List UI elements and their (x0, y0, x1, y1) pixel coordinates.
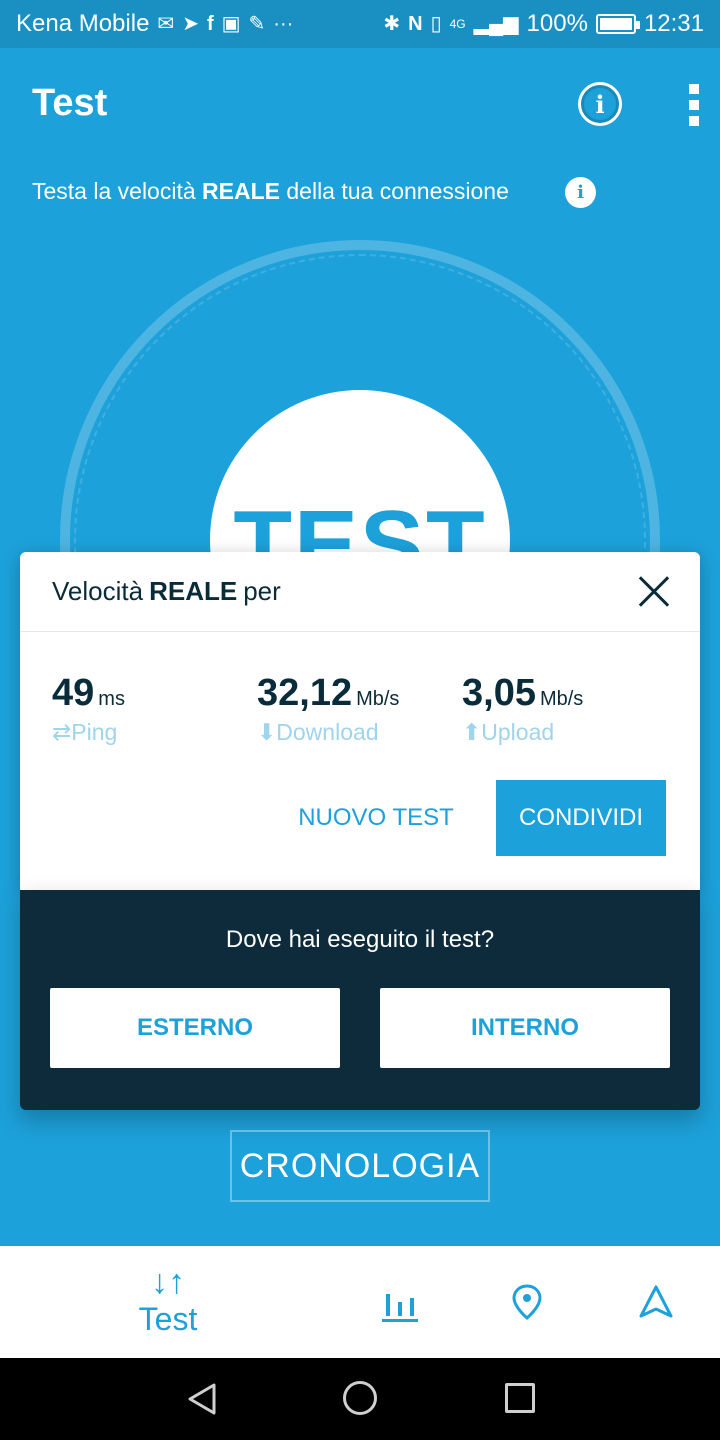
home-icon[interactable] (343, 1381, 377, 1415)
nav-item-test[interactable]: ↓↑ Test (110, 1264, 226, 1338)
map-pin-icon[interactable] (507, 1282, 547, 1322)
ping-unit: ms (98, 688, 125, 710)
bluetooth-icon: ✱ (383, 13, 401, 35)
test-location-question: Dove hai eseguito il test? (225, 926, 495, 953)
carrier-name: Kena Mobile (16, 10, 150, 37)
subtitle-bold: REALE (202, 178, 280, 204)
subtitle: Testa la velocità REALE della tua connes… (32, 178, 509, 205)
download-label-row: ⬇Download (257, 719, 399, 746)
nfc-icon: N (408, 13, 423, 35)
result-card: Velocità REALE per 49 ms ⇄Ping 32,12 Mb/s … (20, 552, 700, 890)
info-icon[interactable]: i (578, 82, 622, 126)
bottom-navigation: ↓↑ Test (0, 1246, 720, 1358)
stats-bar (398, 1302, 402, 1316)
map-pin-svg (512, 1284, 542, 1320)
signal-4g-icon: 4G (449, 17, 466, 31)
menu-dot (689, 100, 699, 110)
share-arrow-icon[interactable] (636, 1282, 676, 1322)
ping-label-row: ⇄Ping (52, 719, 125, 746)
status-left: Kena Mobile ✉ ➤ f ▣ ✎ ··· (16, 10, 293, 38)
ping-value: 49 (52, 672, 95, 714)
upload-metric: 3,05 Mb/s ⬆Upload (462, 672, 583, 746)
signal-bars-icon: ▂▄▆ (473, 13, 519, 35)
result-card-title: Velocità REALE per (20, 552, 700, 632)
menu-dot (689, 84, 699, 94)
download-unit: Mb/s (356, 688, 400, 710)
share-button[interactable]: CONDIVIDI (496, 780, 666, 856)
subtitle-info-icon[interactable]: i (565, 177, 596, 208)
stats-bar (386, 1294, 390, 1316)
system-navigation (0, 1358, 720, 1440)
mail-icon: ✉ (157, 13, 175, 35)
stats-baseline (382, 1319, 418, 1322)
upload-label: Upload (481, 719, 555, 745)
upload-unit: Mb/s (539, 688, 584, 710)
wrench-icon: ✎ (248, 13, 266, 35)
status-right: ✱ N ▯ 4G ▂▄▆ 100% 12:31 (383, 10, 704, 38)
ping-metric: 49 ms ⇄Ping (52, 672, 125, 746)
history-button[interactable]: CRONOLOGIA (230, 1130, 490, 1202)
photo-icon: ▣ (221, 13, 241, 35)
clock: 12:31 (643, 10, 704, 37)
swap-arrows-icon: ⇄ (52, 719, 72, 745)
page-title: Test (32, 82, 108, 124)
stats-icon[interactable] (380, 1282, 420, 1322)
result-title-after: per (243, 576, 281, 606)
menu-dot (689, 116, 699, 126)
download-label: Download (276, 719, 379, 745)
download-value: 32,12 (257, 672, 353, 714)
download-metric: 32,12 Mb/s ⬇Download (257, 672, 399, 746)
more-icon: ··· (273, 13, 294, 35)
nav-test-label: Test (138, 1301, 198, 1337)
recent-apps-icon[interactable] (505, 1383, 535, 1413)
subtitle-before: Testa la velocità (32, 178, 203, 204)
subtitle-after: della tua connessione (279, 178, 509, 204)
close-icon[interactable] (638, 576, 670, 608)
vibrate-icon: ▯ (430, 13, 442, 35)
result-title-bold: REALE (149, 576, 238, 606)
share-arrow-svg (639, 1285, 673, 1318)
facebook-icon: f (206, 13, 214, 35)
upload-arrow-icon: ⬆ (462, 719, 482, 745)
indoor-button[interactable]: INTERNO (380, 988, 670, 1068)
send-icon: ➤ (182, 13, 199, 35)
battery-percent: 100% (526, 10, 588, 37)
test-location-panel: Dove hai eseguito il test? ESTERNO INTER… (20, 890, 700, 1110)
speed-test-icon: ↓↑ (151, 1263, 185, 1301)
ping-label: Ping (71, 719, 118, 745)
upload-label-row: ⬆Upload (462, 719, 583, 746)
download-arrow-icon: ⬇ (257, 719, 277, 745)
overflow-menu-icon[interactable] (688, 84, 700, 126)
outdoor-button[interactable]: ESTERNO (50, 988, 340, 1068)
stats-bar (410, 1298, 414, 1316)
battery-icon (595, 14, 640, 34)
result-title-before: Velocità (52, 576, 144, 606)
upload-value: 3,05 (462, 672, 536, 714)
new-test-button[interactable]: NUOVO TEST (278, 780, 474, 856)
back-icon[interactable] (186, 1382, 218, 1416)
status-bar: Kena Mobile ✉ ➤ f ▣ ✎ ··· ✱ N ▯ 4G ▂▄▆ 1… (0, 0, 720, 48)
